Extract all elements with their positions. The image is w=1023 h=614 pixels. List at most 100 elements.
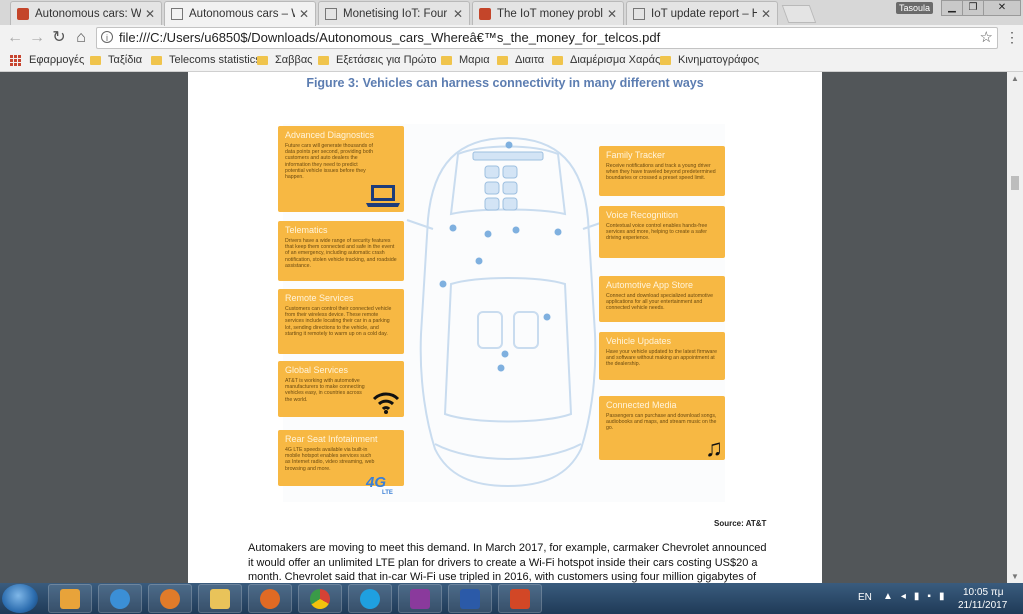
- card-title: Vehicle Updates: [606, 336, 672, 346]
- bookmark-folder[interactable]: Εξετάσεις για Πρώτο: [318, 54, 437, 66]
- close-window-button[interactable]: ✕: [983, 0, 1021, 16]
- taskbar-skype-icon[interactable]: [348, 584, 392, 613]
- tab-title: Autonomous cars: Where: [35, 7, 141, 20]
- scroll-thumb[interactable]: [1011, 176, 1019, 190]
- tab-3[interactable]: Monetising IoT: Four ste ✕: [318, 1, 470, 25]
- card-voice-recognition: Voice Recognition Contextual voice contr…: [599, 206, 725, 258]
- card-title: Connected Media: [606, 400, 677, 410]
- folder-icon: [257, 55, 268, 65]
- close-tab-icon[interactable]: ✕: [299, 7, 309, 21]
- tab-title: Autonomous cars – Whe: [189, 8, 295, 20]
- bookmark-star-icon[interactable]: ☆: [980, 28, 993, 48]
- card-body: Contextual voice control enables hands-f…: [606, 223, 708, 242]
- bookmark-label: Εξετάσεις για Πρώτο: [336, 54, 437, 66]
- forward-button[interactable]: →: [28, 29, 46, 47]
- card-connected-media: Connected Media Passengers can purchase …: [599, 396, 725, 460]
- tab-favicon-icon: [17, 7, 29, 20]
- tab-title: Monetising IoT: Four ste: [343, 7, 449, 20]
- bookmark-apps[interactable]: Εφαρμογές: [10, 54, 84, 66]
- taskbar-word-icon[interactable]: [448, 584, 492, 613]
- user-profile-badge[interactable]: Tasoula: [896, 2, 934, 14]
- folder-icon: [552, 55, 563, 65]
- card-body: Passengers can purchase and download son…: [606, 413, 717, 432]
- bookmark-label: Ταξίδια: [108, 54, 143, 66]
- system-tray-icons[interactable]: ▲◂▮▪▮: [883, 591, 952, 602]
- card-vehicle-updates: Vehicle Updates Have your vehicle update…: [599, 332, 725, 380]
- scroll-up-arrow-icon[interactable]: ▲: [1011, 74, 1019, 83]
- onenote-icon: [410, 589, 430, 609]
- bookmark-label: Διαμέρισμα Χαράς: [570, 54, 661, 66]
- card-title: Family Tracker: [606, 150, 666, 160]
- bookmark-folder[interactable]: Διαμέρισμα Χαράς: [552, 54, 660, 66]
- taskbar-chrome-icon[interactable]: [298, 584, 342, 613]
- home-button[interactable]: ⌂: [72, 29, 90, 47]
- document-icon: [171, 8, 183, 20]
- taskbar-internet-explorer-icon[interactable]: [98, 584, 142, 613]
- minimize-button[interactable]: ▁: [941, 0, 963, 16]
- folder-icon: [90, 55, 101, 65]
- start-button[interactable]: [2, 584, 38, 613]
- pdf-page: Figure 3: Vehicles can harness connectiv…: [188, 72, 822, 583]
- close-tab-icon[interactable]: ✕: [145, 7, 155, 21]
- apps-grid-icon: [10, 54, 21, 66]
- word-icon: [460, 589, 480, 609]
- back-button[interactable]: ←: [6, 29, 24, 47]
- language-indicator[interactable]: EN: [858, 592, 872, 603]
- bookmark-label: Εφαρμογές: [29, 54, 85, 66]
- folder-icon: [318, 55, 329, 65]
- skype-icon: [360, 589, 380, 609]
- card-body: AT&T is working with automotive manufact…: [285, 378, 365, 403]
- taskbar-file-explorer-icon[interactable]: [198, 584, 242, 613]
- close-tab-icon[interactable]: ✕: [607, 7, 617, 21]
- reload-button[interactable]: ↻: [50, 29, 68, 47]
- tab-2-active[interactable]: Autonomous cars – Whe ✕: [164, 1, 316, 26]
- bookmark-label: Διαιτα: [515, 54, 545, 66]
- browser-menu-icon[interactable]: ⋮: [1005, 30, 1019, 44]
- card-automotive-app-store: Automotive App Store Connect and downloa…: [599, 276, 725, 322]
- card-advanced-diagnostics: Advanced Diagnostics Future cars will ge…: [278, 126, 404, 212]
- info-icon[interactable]: i: [101, 31, 113, 43]
- browser-toolbar: ← → ↻ ⌂ i file:///C:/Users/u6850$/Downlo…: [0, 25, 1023, 51]
- bookmark-folder[interactable]: Ταξίδια: [90, 54, 142, 66]
- clock-time[interactable]: 10:05 πμ: [963, 587, 1003, 598]
- taskbar-onenote-icon[interactable]: [398, 584, 442, 613]
- folder-icon: [441, 55, 452, 65]
- folder-icon: [210, 589, 230, 609]
- card-title: Telematics: [285, 225, 328, 235]
- powerpoint-icon: [510, 589, 530, 609]
- restore-button[interactable]: ❐: [962, 0, 984, 16]
- tab-strip: Autonomous cars: Where ✕ Autonomous cars…: [0, 0, 1023, 26]
- bookmark-folder[interactable]: Διαιτα: [497, 54, 544, 66]
- 4g-lte-logo: 4G LTE: [358, 474, 406, 500]
- bookmark-folder[interactable]: Telecoms statistics: [151, 54, 261, 66]
- bookmark-folder[interactable]: Μαρια: [441, 54, 490, 66]
- card-title: Global Services: [285, 365, 349, 375]
- clock-date[interactable]: 21/11/2017: [958, 600, 1007, 611]
- card-body: 4G LTE speeds available via built-in mob…: [285, 447, 375, 472]
- bookmark-folder[interactable]: Σαββας: [257, 54, 312, 66]
- card-body: Customers can control their connected ve…: [285, 306, 392, 337]
- pdf-scrollbar[interactable]: ▲ ▼: [1007, 72, 1023, 583]
- taskbar-powerpoint-icon[interactable]: [498, 584, 542, 613]
- taskbar-outlook-icon[interactable]: [48, 584, 92, 613]
- 4g-text: 4G: [366, 474, 387, 491]
- taskbar-media-player-icon[interactable]: [148, 584, 192, 613]
- tab-5[interactable]: IoT update report – How ✕: [626, 1, 778, 25]
- close-tab-icon[interactable]: ✕: [761, 7, 771, 21]
- address-bar[interactable]: i file:///C:/Users/u6850$/Downloads/Auto…: [96, 27, 998, 49]
- tab-1[interactable]: Autonomous cars: Where ✕: [10, 1, 162, 25]
- pdf-viewer[interactable]: Figure 3: Vehicles can harness connectiv…: [0, 72, 1023, 583]
- figure-infographic: Advanced Diagnostics Future cars will ge…: [278, 124, 725, 502]
- card-body: Drivers have a wide range of security fe…: [285, 238, 397, 269]
- music-note-icon: ♫: [705, 435, 723, 461]
- bookmark-folder[interactable]: Κινηματογράφος: [660, 54, 759, 66]
- new-tab-button[interactable]: [781, 5, 817, 23]
- body-paragraph: Automakers are moving to meet this deman…: [248, 542, 767, 583]
- laptop-icon: [366, 185, 400, 207]
- url-text: file:///C:/Users/u6850$/Downloads/Autono…: [119, 30, 661, 45]
- folder-icon: [151, 55, 162, 65]
- close-tab-icon[interactable]: ✕: [453, 7, 463, 21]
- taskbar-firefox-icon[interactable]: [248, 584, 292, 613]
- scroll-down-arrow-icon[interactable]: ▼: [1011, 572, 1019, 581]
- tab-4[interactable]: The IoT money problem: ✕: [472, 1, 624, 25]
